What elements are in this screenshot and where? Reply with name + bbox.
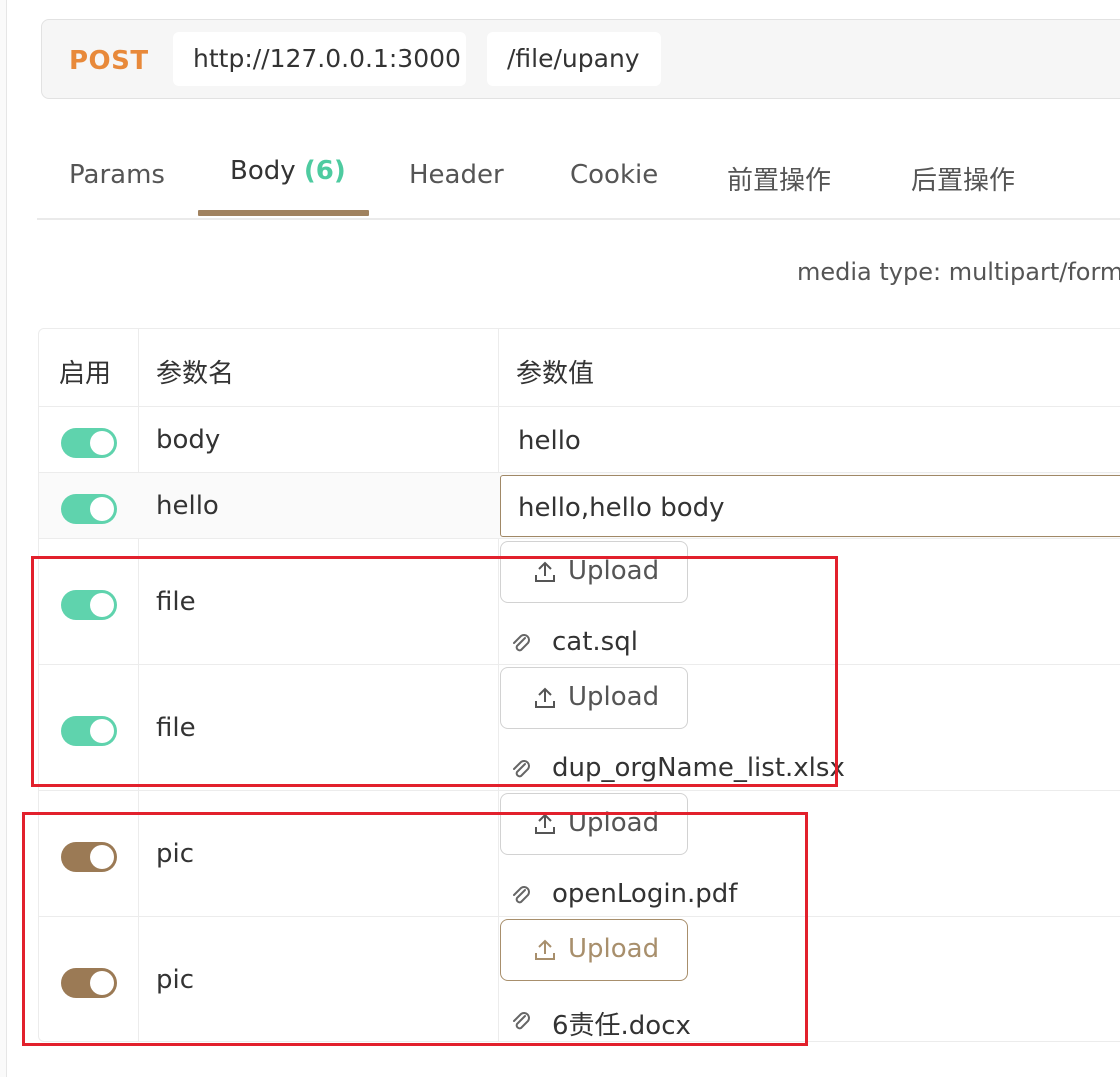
header-enabled: 启用 bbox=[59, 359, 112, 389]
enable-toggle[interactable] bbox=[61, 428, 117, 458]
header-param-name: 参数名 bbox=[156, 359, 235, 389]
param-value[interactable]: hello bbox=[518, 426, 581, 456]
table-row: body hello bbox=[39, 407, 1120, 473]
tab-body-count: (6) bbox=[303, 156, 346, 186]
param-value: hello,hello body bbox=[518, 493, 725, 523]
tab-pre-request[interactable]: 前置操作 bbox=[727, 160, 831, 197]
tab-cookie[interactable]: Cookie bbox=[570, 160, 658, 190]
tab-body[interactable]: Body (6) bbox=[230, 156, 346, 186]
base-url-field[interactable]: http://127.0.0.1:3000 bbox=[173, 32, 466, 86]
path-field[interactable]: /file/upany bbox=[487, 32, 661, 86]
http-method[interactable]: POST bbox=[69, 46, 149, 76]
tab-body-label: Body bbox=[230, 156, 296, 186]
active-tab-indicator bbox=[198, 210, 369, 216]
table-row: hello hello,hello body bbox=[39, 473, 1120, 539]
param-value-input[interactable]: hello,hello body bbox=[500, 475, 1120, 537]
enable-toggle[interactable] bbox=[61, 494, 117, 524]
param-name[interactable]: body bbox=[156, 425, 220, 455]
media-type-label: media type: multipart/form bbox=[797, 258, 1120, 286]
param-name[interactable]: hello bbox=[156, 491, 219, 521]
highlight-box-pic-rows bbox=[22, 812, 808, 1046]
header-param-value: 参数值 bbox=[516, 359, 595, 389]
table-header-row: 启用 参数名 参数值 bbox=[39, 329, 1120, 407]
tab-header[interactable]: Header bbox=[409, 160, 504, 190]
left-panel-edge bbox=[0, 0, 7, 1077]
tab-params[interactable]: Params bbox=[69, 160, 165, 190]
highlight-box-file-rows bbox=[31, 556, 838, 787]
request-bar: POST http://127.0.0.1:3000 /file/upany bbox=[41, 19, 1120, 99]
tab-post-request[interactable]: 后置操作 bbox=[911, 160, 1015, 197]
request-tabs: Params Body (6) Header Cookie 前置操作 后置操作 bbox=[37, 140, 1120, 220]
